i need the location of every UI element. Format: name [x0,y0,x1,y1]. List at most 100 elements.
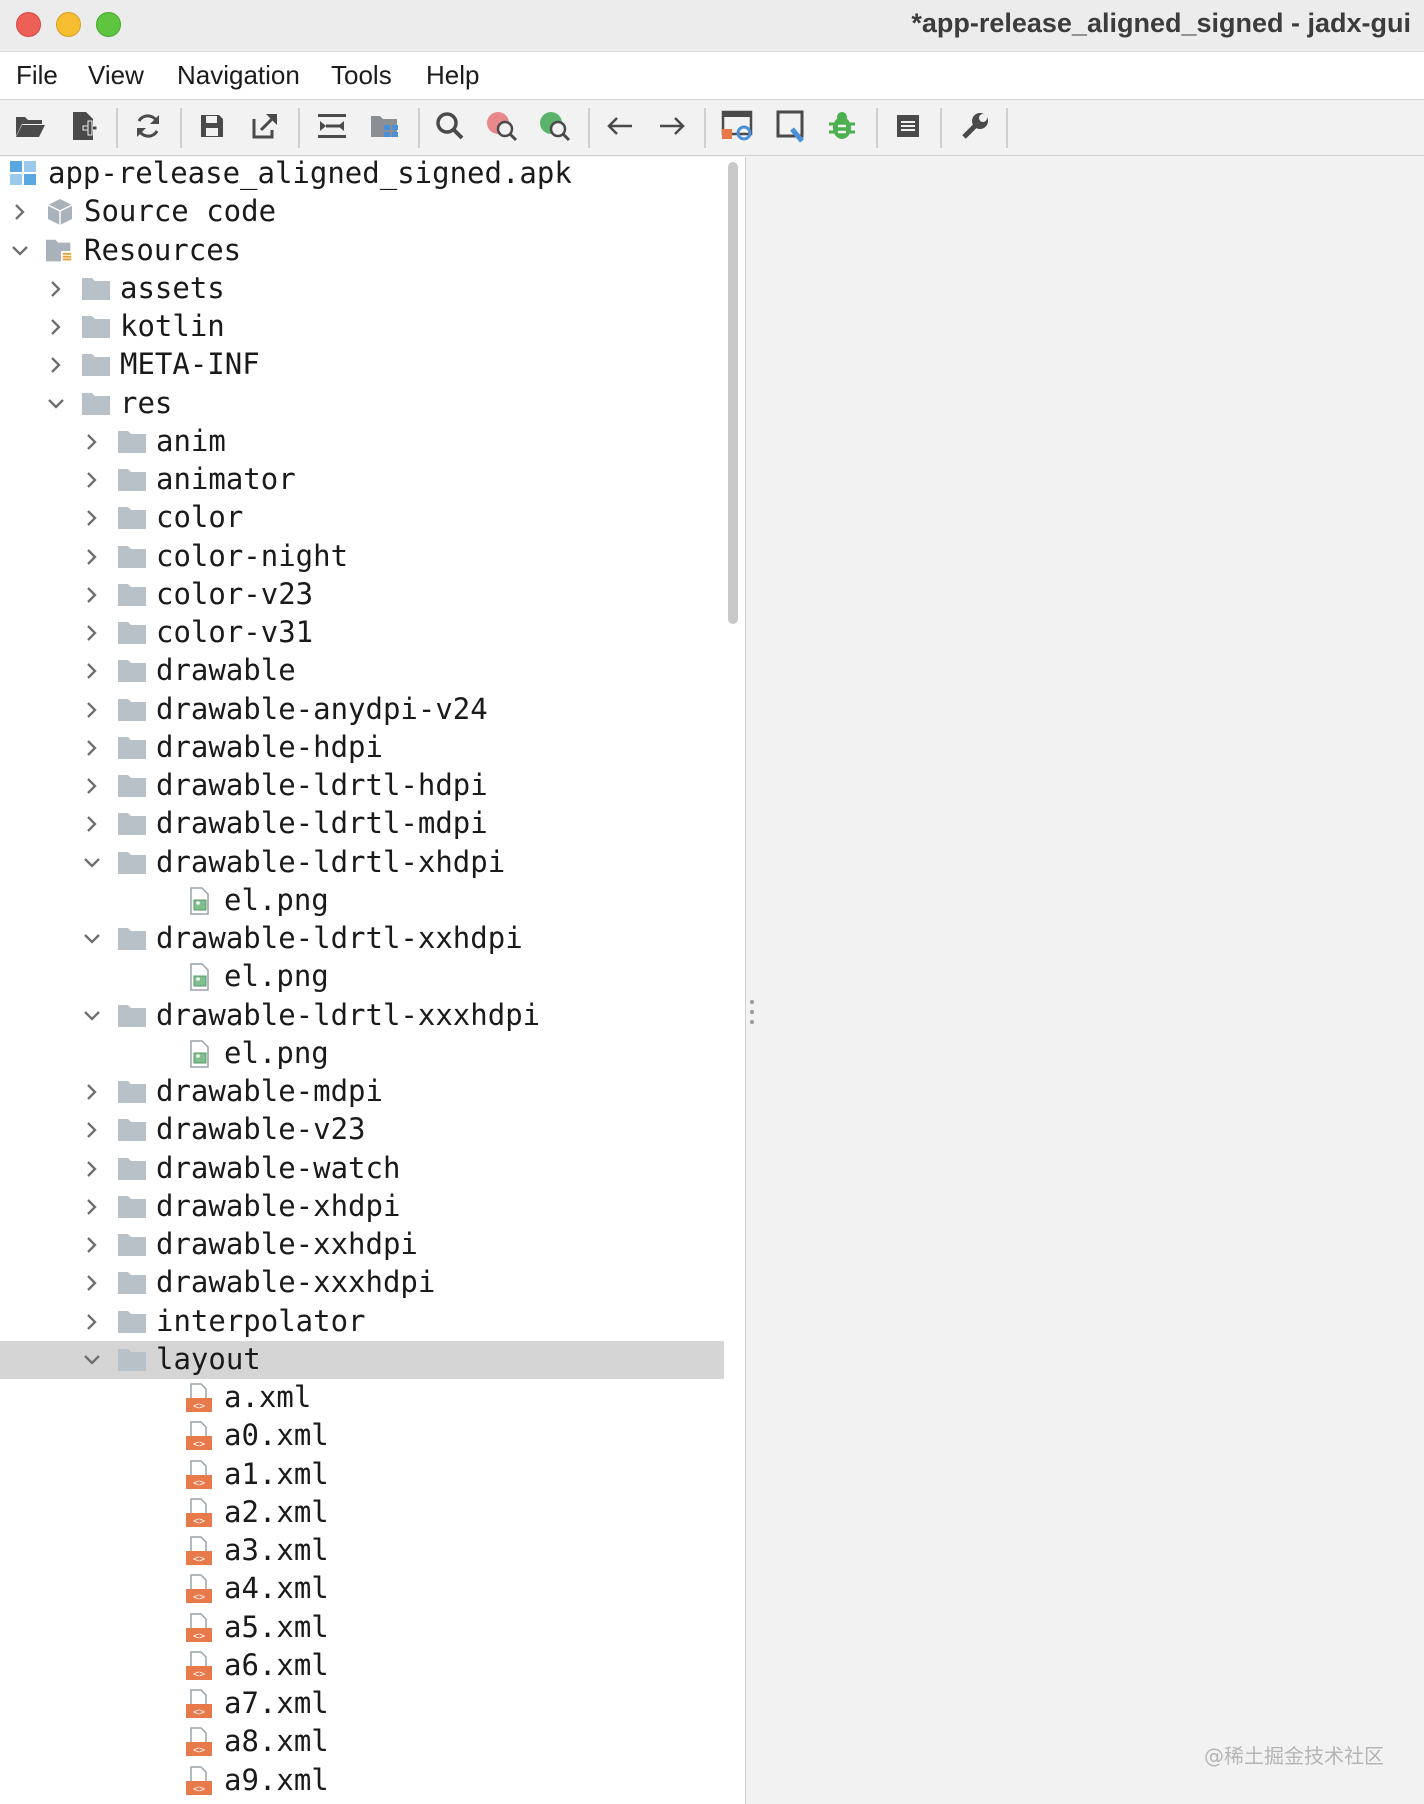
tree-scrollbar[interactable] [728,162,738,624]
add-files-button[interactable] [64,108,104,148]
tree-node[interactable]: <> a4.xml [0,1570,724,1608]
tree-node[interactable]: drawable-watch [0,1150,724,1188]
chevron-down-icon[interactable] [82,1350,102,1370]
chevron-right-icon[interactable] [82,1082,102,1102]
tree-node[interactable]: el.png [0,882,724,920]
menu-view[interactable]: View [88,60,144,91]
tree-node[interactable]: drawable-v23 [0,1111,724,1149]
tree-node[interactable]: interpolator [0,1303,724,1341]
maximize-window-button[interactable] [96,12,121,37]
export-button[interactable] [245,108,285,148]
chevron-right-icon[interactable] [82,470,102,490]
chevron-right-icon[interactable] [82,547,102,567]
tree-node[interactable]: META-INF [0,346,724,384]
class-search-button[interactable] [482,108,522,148]
menu-tools[interactable]: Tools [331,60,392,91]
tree-node[interactable]: color-v31 [0,614,724,652]
chevron-right-icon[interactable] [82,1273,102,1293]
chevron-right-icon[interactable] [82,1159,102,1179]
tree-node[interactable]: drawable-anydpi-v24 [0,691,724,729]
tree-node[interactable]: anim [0,423,724,461]
tree-node[interactable]: color-night [0,538,724,576]
tree-node[interactable]: app-release_aligned_signed.apk [0,157,724,193]
chevron-down-icon[interactable] [46,394,66,414]
tree-node[interactable]: drawable-xxxhdpi [0,1264,724,1302]
close-window-button[interactable] [16,12,41,37]
tree-node[interactable]: res [0,385,724,423]
menu-file[interactable]: File [16,60,58,91]
chevron-down-icon[interactable] [82,1006,102,1026]
tree-node[interactable]: drawable-ldrtl-xxxhdpi [0,997,724,1035]
reload-button[interactable] [128,108,168,148]
tree-node[interactable]: drawable-ldrtl-xhdpi [0,844,724,882]
chevron-right-icon[interactable] [82,814,102,834]
tree-node[interactable]: <> a9.xml [0,1762,724,1800]
open-file-button[interactable] [10,108,50,148]
chevron-down-icon[interactable] [82,929,102,949]
chevron-right-icon[interactable] [82,700,102,720]
log-viewer-button[interactable] [888,108,928,148]
tree-node[interactable]: drawable-xxhdpi [0,1226,724,1264]
chevron-right-icon[interactable] [82,1120,102,1140]
chevron-right-icon[interactable] [82,1197,102,1217]
tree-node[interactable]: <> a3.xml [0,1532,724,1570]
chevron-right-icon[interactable] [82,585,102,605]
tree-node[interactable]: <> a6.xml [0,1647,724,1685]
debugger-button[interactable] [822,108,862,148]
chevron-down-icon[interactable] [82,853,102,873]
chevron-right-icon[interactable] [82,776,102,796]
tree-node-label: drawable-xxxhdpi [156,1265,436,1300]
forward-arrow-button[interactable] [652,108,692,148]
tree-node[interactable]: drawable-ldrtl-mdpi [0,805,724,843]
minimize-window-button[interactable] [56,12,81,37]
tree-node[interactable]: drawable-xhdpi [0,1188,724,1226]
tree-node[interactable]: el.png [0,958,724,996]
chevron-right-icon[interactable] [82,623,102,643]
tree-node[interactable]: drawable-ldrtl-hdpi [0,767,724,805]
tree-node[interactable]: <> a5.xml [0,1609,724,1647]
tree-node[interactable]: Source code [0,193,724,231]
save-button[interactable] [192,108,232,148]
chevron-right-icon[interactable] [82,1235,102,1255]
chevron-right-icon[interactable] [82,432,102,452]
chevron-right-icon[interactable] [82,738,102,758]
tree-node[interactable]: drawable-ldrtl-xxhdpi [0,920,724,958]
chevron-right-icon[interactable] [82,661,102,681]
chevron-down-icon[interactable] [10,241,30,261]
back-arrow-button[interactable] [600,108,640,148]
chevron-right-icon[interactable] [82,1312,102,1332]
tree-node[interactable]: <> a7.xml [0,1685,724,1723]
menu-navigation[interactable]: Navigation [177,60,300,91]
project-tree[interactable]: app-release_aligned_signed.apk Source cod… [0,157,746,1804]
tree-node[interactable]: assets [0,270,724,308]
tree-node[interactable]: drawable-hdpi [0,729,724,767]
tree-node[interactable]: animator [0,461,724,499]
chevron-right-icon[interactable] [46,279,66,299]
tree-node[interactable]: <> a8.xml [0,1723,724,1761]
flatten-packages-button[interactable] [365,108,405,148]
panel-splitter[interactable] [748,1000,756,1032]
tree-node[interactable]: color-v23 [0,576,724,614]
tree-node[interactable]: drawable-mdpi [0,1073,724,1111]
search-button[interactable] [430,108,470,148]
menu-help[interactable]: Help [426,60,479,91]
tree-node[interactable]: kotlin [0,308,724,346]
chevron-right-icon[interactable] [46,317,66,337]
chevron-right-icon[interactable] [10,202,30,222]
preferences-button[interactable] [955,108,995,148]
sync-editor-button[interactable] [312,108,352,148]
quark-button[interactable] [770,108,810,148]
tree-node[interactable]: el.png [0,1035,724,1073]
tree-node[interactable]: color [0,499,724,537]
chevron-right-icon[interactable] [82,508,102,528]
usage-search-button[interactable] [535,108,575,148]
tree-node[interactable]: <> a0.xml [0,1417,724,1455]
tree-node[interactable]: <> a2.xml [0,1494,724,1532]
tree-node[interactable]: <> a.xml [0,1379,724,1417]
tree-node[interactable]: layout [0,1340,724,1379]
deobfuscation-button[interactable] [717,108,757,148]
tree-node[interactable]: drawable [0,652,724,690]
tree-node[interactable]: <> a1.xml [0,1456,724,1494]
tree-node[interactable]: Resources [0,232,724,270]
chevron-right-icon[interactable] [46,355,66,375]
